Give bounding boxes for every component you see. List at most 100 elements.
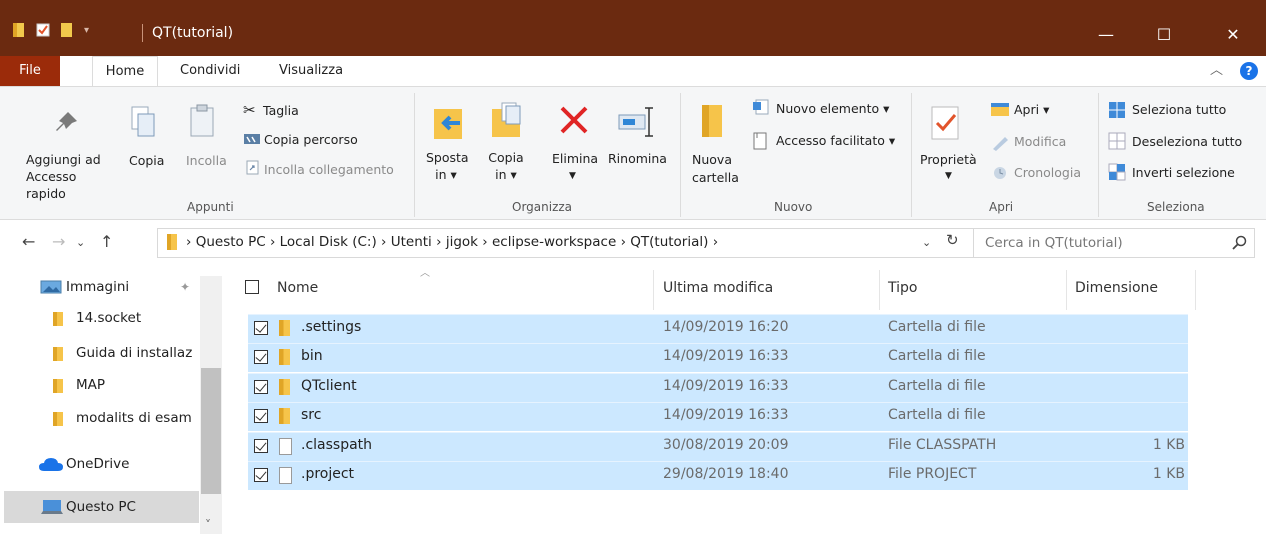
file-name: .classpath: [301, 437, 373, 453]
move-to-button[interactable]: Sposta in ▾: [426, 149, 469, 183]
row-checkbox[interactable]: [254, 439, 268, 453]
invert-selection-button[interactable]: Inverti selezione: [1132, 165, 1235, 180]
close-button[interactable]: ✕: [1210, 20, 1256, 50]
column-header-type[interactable]: Tipo: [888, 280, 917, 296]
scroll-down-icon[interactable]: ˅: [205, 518, 211, 532]
tab-condividi[interactable]: Condividi: [180, 56, 240, 86]
folder-icon: [53, 412, 63, 426]
row-checkbox[interactable]: [254, 468, 268, 482]
pinned-icon: ✦: [180, 280, 191, 294]
column-divider[interactable]: [879, 270, 880, 310]
column-header-name[interactable]: Nome: [277, 280, 318, 296]
breadcrumb-jigok[interactable]: jigok: [446, 234, 478, 250]
folder-icon: [13, 23, 24, 37]
open-icon: [991, 103, 1009, 116]
breadcrumb: › Questo PC › Local Disk (C:) › Utenti ›…: [186, 234, 718, 250]
breadcrumb-local-disk[interactable]: Local Disk (C:): [280, 234, 377, 250]
nav-item-questo-pc[interactable]: Questo PC: [66, 499, 136, 515]
copy-to-button[interactable]: Copia in ▾: [486, 149, 526, 183]
column-header-size[interactable]: Dimensione: [1075, 280, 1158, 296]
help-icon[interactable]: ?: [1240, 62, 1258, 80]
nav-item-onedrive[interactable]: OneDrive: [66, 456, 129, 472]
breadcrumb-eclipse-workspace[interactable]: eclipse-workspace: [492, 234, 616, 250]
new-folder-button[interactable]: Nuova cartella: [692, 151, 742, 187]
paste-button[interactable]: Incolla: [186, 153, 227, 168]
recent-locations-icon[interactable]: ⌄: [76, 236, 85, 249]
properties-check-icon[interactable]: [36, 22, 50, 38]
select-all-checkbox[interactable]: [245, 280, 259, 294]
delete-button[interactable]: Elimina: [552, 151, 598, 166]
select-none-icon: [1108, 132, 1126, 150]
cut-button[interactable]: Taglia: [263, 103, 299, 118]
copy-button[interactable]: Copia: [129, 153, 164, 168]
breadcrumb-utenti[interactable]: Utenti: [391, 234, 432, 250]
back-arrow-icon[interactable]: ←: [22, 232, 35, 251]
pin-quick-access-button[interactable]: Aggiungi ad Accesso rapido: [26, 151, 112, 202]
rename-button[interactable]: Rinomina: [608, 151, 667, 166]
move-to-label: Sposta in: [426, 150, 469, 182]
file-modified: 14/09/2019 16:33: [663, 407, 789, 423]
move-to-icon: [434, 109, 462, 139]
properties-dropdown-icon[interactable]: ▼: [945, 171, 952, 181]
forward-arrow-icon[interactable]: →: [52, 232, 65, 251]
history-button[interactable]: Cronologia: [1014, 165, 1081, 180]
properties-button[interactable]: Proprietà: [920, 152, 977, 167]
breadcrumb-questo-pc[interactable]: Questo PC: [196, 234, 266, 250]
nav-scrollbar-thumb[interactable]: [201, 368, 221, 494]
new-folder-icon[interactable]: [60, 22, 74, 38]
select-all-button[interactable]: Seleziona tutto: [1132, 102, 1226, 117]
file-modified: 30/08/2019 20:09: [663, 437, 789, 453]
tab-visualizza[interactable]: Visualizza: [279, 56, 343, 86]
column-header-modified[interactable]: Ultima modifica: [663, 280, 773, 296]
row-checkbox[interactable]: [254, 409, 268, 423]
tab-file[interactable]: File: [0, 56, 60, 86]
nav-item-map[interactable]: MAP: [76, 377, 105, 393]
pin-icon: [56, 112, 77, 131]
copy-to-icon: [492, 102, 521, 137]
group-label-organizza: Organizza: [512, 200, 573, 214]
new-item-button[interactable]: Nuovo elemento ▾: [776, 101, 889, 116]
up-arrow-icon[interactable]: ↑: [100, 232, 113, 251]
row-checkbox[interactable]: [254, 380, 268, 394]
file-type: Cartella di file: [888, 348, 986, 364]
search-input[interactable]: Cerca in QT(tutorial): [985, 235, 1123, 251]
copy-path-button[interactable]: Copia percorso: [264, 132, 358, 147]
nav-item-immagini[interactable]: Immagini: [66, 279, 129, 295]
group-separator: [680, 93, 681, 217]
file-type: Cartella di file: [888, 407, 986, 423]
row-checkbox[interactable]: [254, 350, 268, 364]
minimize-button[interactable]: —: [1083, 20, 1129, 50]
file-modified: 29/08/2019 18:40: [663, 466, 789, 482]
edit-button[interactable]: Modifica: [1014, 134, 1066, 149]
file-type: Cartella di file: [888, 378, 986, 394]
row-checkbox[interactable]: [254, 321, 268, 335]
column-divider[interactable]: [1066, 270, 1067, 310]
file-type: File CLASSPATH: [888, 437, 997, 453]
quick-access-toolbar: ▾: [12, 22, 89, 38]
easy-access-button[interactable]: Accesso facilitato ▾: [776, 133, 895, 148]
file-type: File PROJECT: [888, 466, 977, 482]
column-divider[interactable]: [653, 270, 654, 310]
breadcrumb-qt-tutorial[interactable]: QT(tutorial): [630, 234, 708, 250]
ribbon-tabs: File Home Condividi Visualizza ︿ ?: [0, 56, 1266, 86]
select-none-button[interactable]: Deseleziona tutto: [1132, 134, 1242, 149]
open-button[interactable]: Apri ▾: [1014, 102, 1049, 117]
file-modified: 14/09/2019 16:33: [663, 348, 789, 364]
collapse-ribbon-icon[interactable]: ︿: [1210, 56, 1223, 86]
address-history-dropdown-icon[interactable]: ⌄: [922, 236, 931, 249]
breadcrumb-separator-icon: ›: [436, 234, 446, 250]
maximize-button[interactable]: ☐: [1141, 20, 1187, 50]
quick-access-dropdown-icon[interactable]: ▾: [84, 25, 89, 36]
file-size: 1 KB: [1152, 466, 1185, 482]
nav-item-modalita-esame[interactable]: modalits di esam: [76, 410, 192, 426]
nav-item-guida-installazione[interactable]: Guida di installaz: [76, 345, 192, 361]
paste-shortcut-button[interactable]: Incolla collegamento: [264, 162, 394, 177]
delete-dropdown-icon[interactable]: ▼: [569, 171, 576, 181]
title-bar: ▾ QT(tutorial) — ☐ ✕: [0, 0, 1266, 56]
column-divider[interactable]: [1195, 270, 1196, 310]
refresh-icon[interactable]: ↻: [946, 231, 959, 249]
nav-item-14-socket[interactable]: 14.socket: [76, 310, 141, 326]
group-label-appunti: Appunti: [187, 200, 234, 214]
tab-home[interactable]: Home: [92, 56, 158, 86]
rename-icon: [618, 107, 653, 137]
